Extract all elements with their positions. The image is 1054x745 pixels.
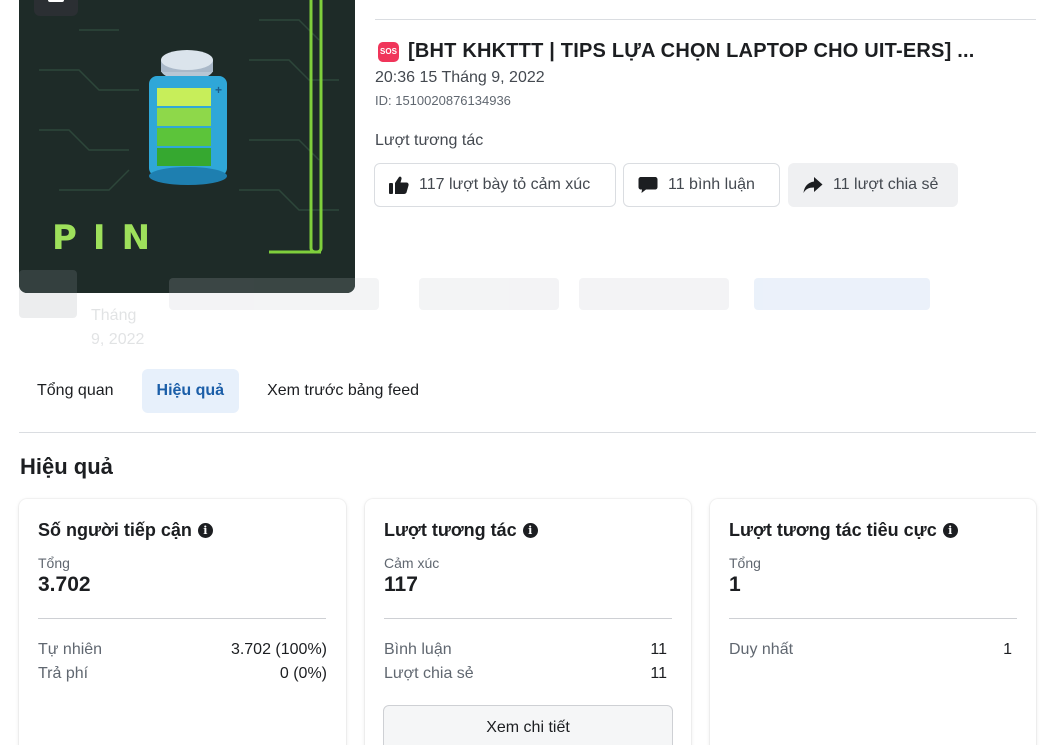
faded-metric (169, 278, 379, 310)
shares-chip-label: 11 lượt chia sẻ (833, 176, 939, 193)
row-value: 3.702 (100%) (230, 641, 327, 658)
engagement-metric-label: Cảm xúc (384, 555, 440, 571)
row-label: Tự nhiên (38, 641, 103, 658)
engagement-card-title-text: Lượt tương tác (384, 520, 517, 540)
post-title-row: SOS [BHT KHKTTT | TIPS LỰA CHỌN LAPTOP C… (378, 40, 1028, 63)
interactions-label: Lượt tương tác (375, 132, 484, 149)
negative-card-title: Lượt tương tác tiêu cực i (729, 520, 958, 541)
share-icon (803, 177, 823, 193)
row-value: 11 (650, 665, 667, 682)
engagement-card-title: Lượt tương tác i (384, 520, 538, 541)
card-divider (38, 618, 326, 619)
engagement-card: Lượt tương tác i Cảm xúc 117 Bình luận 1… (365, 499, 691, 745)
faded-metric (419, 278, 559, 310)
negative-card: Lượt tương tác tiêu cực i Tổng 1 Duy nhấ… (710, 499, 1036, 745)
post-id: ID: 1510020876134936 (375, 93, 511, 108)
svg-text:+: + (215, 83, 222, 97)
faded-date-line: 9, 2022 (91, 331, 145, 348)
reach-card-title: Số người tiếp cận i (38, 520, 213, 541)
thumbnail-label: PIN (52, 218, 167, 258)
row-label: Trả phí (38, 665, 89, 682)
reach-metric-value: 3.702 (38, 573, 91, 596)
row-label: Bình luận (384, 641, 452, 658)
faded-date: Tháng 9, 2022 (91, 304, 144, 352)
reactions-chip[interactable]: 117 lượt bày tỏ cảm xúc (374, 163, 616, 207)
post-thumbnail[interactable]: + PIN (19, 0, 355, 293)
thumbnail-overlay-button[interactable] (34, 0, 78, 16)
row-label: Lượt chia sẻ (384, 665, 474, 682)
info-icon[interactable]: i (197, 523, 213, 538)
faded-metric (579, 278, 729, 310)
faded-thumbnail (19, 270, 77, 318)
reach-card-title-text: Số người tiếp cận (38, 520, 192, 540)
post-title[interactable]: [BHT KHKTTT | TIPS LỰA CHỌN LAPTOP CHO U… (408, 40, 974, 63)
faded-post-row: Tháng 9, 2022 (19, 270, 1029, 350)
section-heading: Hiệu quả (20, 454, 113, 479)
top-divider (375, 19, 1036, 20)
sos-icon: SOS (378, 41, 399, 62)
engagement-row-comments: Bình luận 11 (384, 641, 667, 659)
reach-card: Số người tiếp cận i Tổng 3.702 Tự nhiên … (19, 499, 346, 745)
tabs-divider (19, 432, 1036, 433)
card-divider (384, 618, 672, 619)
faded-date-line: Tháng (91, 307, 137, 324)
negative-metric-value: 1 (729, 573, 741, 596)
negative-card-title-text: Lượt tương tác tiêu cực (729, 520, 937, 540)
row-value: 11 (650, 641, 667, 658)
tab-performance[interactable]: Hiệu quả (141, 369, 240, 413)
tab-overview[interactable]: Tổng quan (22, 369, 129, 413)
view-details-button[interactable]: Xem chi tiết (383, 705, 673, 745)
info-icon[interactable]: i (942, 523, 958, 538)
info-icon[interactable]: i (522, 523, 538, 538)
negative-row-unique: Duy nhất 1 (729, 641, 1012, 659)
comments-chip-label: 11 bình luận (668, 176, 755, 193)
engagement-row-shares: Lượt chia sẻ 11 (384, 665, 667, 683)
row-value: 1 (1003, 641, 1012, 658)
comments-chip[interactable]: 11 bình luận (623, 163, 780, 207)
row-value: 0 (0%) (279, 665, 327, 682)
tab-feed-preview[interactable]: Xem trước bảng feed (252, 369, 434, 413)
negative-metric-label: Tổng (729, 555, 761, 571)
row-label: Duy nhất (729, 641, 794, 658)
engagement-metric-value: 117 (384, 573, 418, 596)
tab-bar: Tổng quan Hiệu quả Xem trước bảng feed (22, 369, 447, 413)
reach-row-organic: Tự nhiên 3.702 (100%) (38, 641, 327, 659)
reach-metric-label: Tổng (38, 555, 70, 571)
faded-button (754, 278, 930, 310)
shares-chip[interactable]: 11 lượt chia sẻ (788, 163, 958, 207)
card-divider (729, 618, 1017, 619)
post-date: 20:36 15 Tháng 9, 2022 (375, 69, 545, 86)
reactions-chip-label: 117 lượt bày tỏ cảm xúc (419, 176, 591, 193)
reach-row-paid: Trả phí 0 (0%) (38, 665, 327, 683)
comment-icon (638, 177, 658, 193)
thumbs-up-icon (389, 176, 409, 194)
